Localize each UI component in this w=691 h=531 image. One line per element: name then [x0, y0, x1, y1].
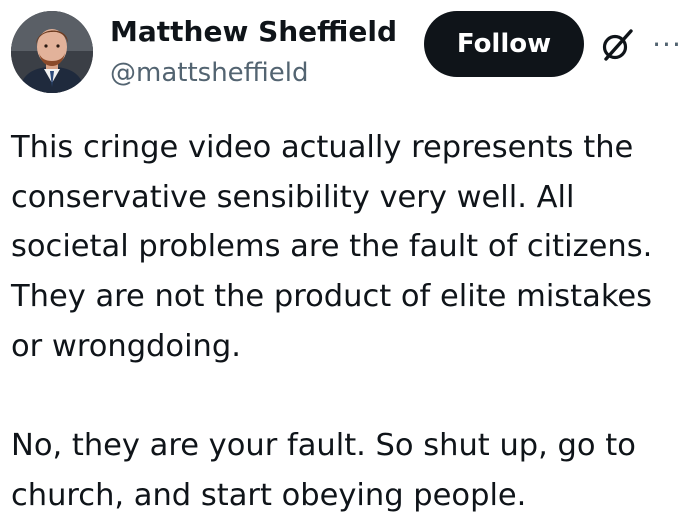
tweet-line: This cringe video actually represents th…: [11, 130, 634, 165]
tweet-line: church, and start obeying people.: [11, 477, 527, 513]
tweet-line: societal problems are the fault of citiz…: [11, 229, 653, 265]
author-avatar[interactable]: [11, 11, 93, 93]
follow-button[interactable]: Follow: [424, 11, 584, 77]
author-name[interactable]: Matthew Sheffield: [110, 14, 397, 50]
grok-icon[interactable]: [598, 26, 636, 64]
tweet-card: Matthew Sheffield @mattsheffield Follow …: [0, 0, 691, 531]
tweet-text: This cringe video actually represents th…: [11, 123, 687, 521]
tweet-line: No, they are your fault. So shut up, go …: [11, 428, 636, 464]
tweet-line: or wrongdoing.: [11, 328, 241, 364]
tweet-line: They are not the product of elite mistak…: [11, 279, 653, 315]
tweet-line: conservative sensibility very well. All: [11, 179, 575, 215]
more-icon[interactable]: ···: [650, 30, 684, 60]
author-handle[interactable]: @mattsheffield: [110, 56, 309, 90]
tweet-line-blank: [11, 372, 687, 422]
grok-icon-glyph: [602, 29, 633, 61]
avatar-image: [11, 11, 93, 93]
